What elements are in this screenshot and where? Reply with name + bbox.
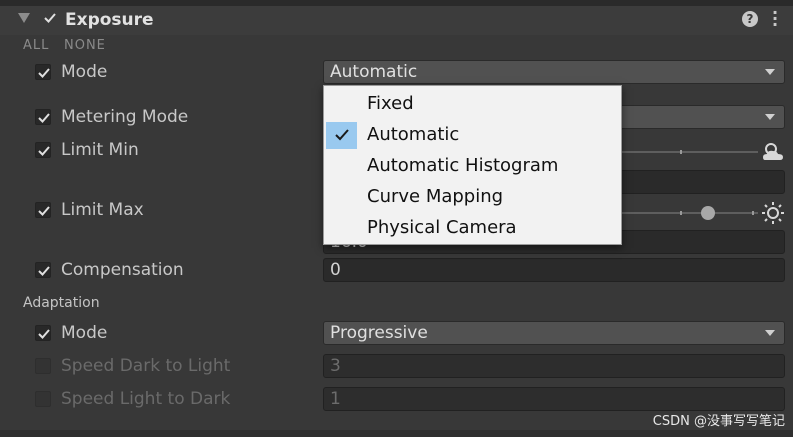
limit-min-label: Limit Min (61, 140, 139, 160)
foldout-arrow-icon[interactable] (18, 13, 30, 23)
compensation-checkbox[interactable] (35, 262, 51, 278)
help-icon[interactable]: ? (742, 11, 758, 27)
slider-tick (680, 211, 682, 215)
speed-dark-to-light-checkbox[interactable] (35, 358, 51, 374)
adaptation-mode-dropdown[interactable]: Progressive (323, 321, 785, 345)
cloud-sun-icon (760, 140, 786, 162)
speed-light-to-dark-checkbox[interactable] (35, 391, 51, 407)
adaptation-mode-value: Progressive (330, 323, 428, 343)
limit-max-label: Limit Max (61, 200, 144, 220)
mode-label: Mode (61, 62, 108, 82)
menu-item-fixed[interactable]: Fixed (324, 89, 621, 119)
chevron-down-icon (765, 114, 775, 120)
kebab-menu-icon[interactable]: · · · (769, 5, 781, 33)
menu-item-label: Curve Mapping (367, 186, 504, 207)
menu-item-label: Fixed (367, 93, 414, 114)
menu-item-automatic-histogram[interactable]: Automatic Histogram (324, 151, 621, 181)
slider-tick (752, 211, 754, 215)
component-enabled-checkbox[interactable] (42, 10, 58, 26)
watermark: CSDN @没事写写笔记 (652, 414, 785, 429)
none-button[interactable]: NONE (64, 38, 106, 54)
speed-light-to-dark-label: Speed Light to Dark (61, 389, 231, 409)
menu-item-physical-camera[interactable]: Physical Camera (324, 213, 621, 243)
mode-dropdown[interactable]: Automatic (323, 60, 785, 84)
menu-item-label: Physical Camera (367, 217, 517, 238)
bottom-border (0, 430, 793, 437)
mode-dropdown-menu: Fixed Automatic Automatic Histogram Curv… (323, 85, 622, 245)
menu-item-label: Automatic Histogram (367, 155, 559, 176)
menu-item-automatic[interactable]: Automatic (324, 120, 621, 150)
all-button[interactable]: ALL (23, 38, 49, 54)
chevron-down-icon (765, 330, 775, 336)
sun-icon (761, 201, 785, 225)
menu-item-label: Automatic (367, 124, 460, 145)
compensation-label: Compensation (61, 260, 184, 280)
metering-mode-label: Metering Mode (61, 107, 189, 127)
slider-tick (680, 150, 682, 154)
metering-mode-checkbox[interactable] (35, 109, 51, 125)
speed-light-to-dark-field[interactable]: 1 (323, 387, 785, 411)
mode-dropdown-value: Automatic (330, 62, 418, 82)
adaptation-section-label: Adaptation (23, 295, 100, 311)
adaptation-mode-checkbox[interactable] (35, 325, 51, 341)
speed-dark-to-light-field[interactable]: 3 (323, 354, 785, 378)
compensation-value: 0 (330, 260, 341, 280)
component-title: Exposure (65, 10, 154, 30)
limit-max-checkbox[interactable] (35, 202, 51, 218)
limit-min-checkbox[interactable] (35, 142, 51, 158)
adaptation-mode-label: Mode (61, 323, 108, 343)
checkmark-icon (335, 129, 349, 141)
speed-dark-to-light-value: 3 (330, 356, 341, 376)
compensation-field[interactable]: 0 (323, 258, 785, 282)
menu-item-curve-mapping[interactable]: Curve Mapping (324, 182, 621, 212)
mode-override-checkbox[interactable] (35, 64, 51, 80)
chevron-down-icon (765, 69, 775, 75)
speed-light-to-dark-value: 1 (330, 389, 341, 409)
limit-max-slider-knob[interactable] (701, 206, 715, 220)
speed-dark-to-light-label: Speed Dark to Light (61, 356, 231, 376)
